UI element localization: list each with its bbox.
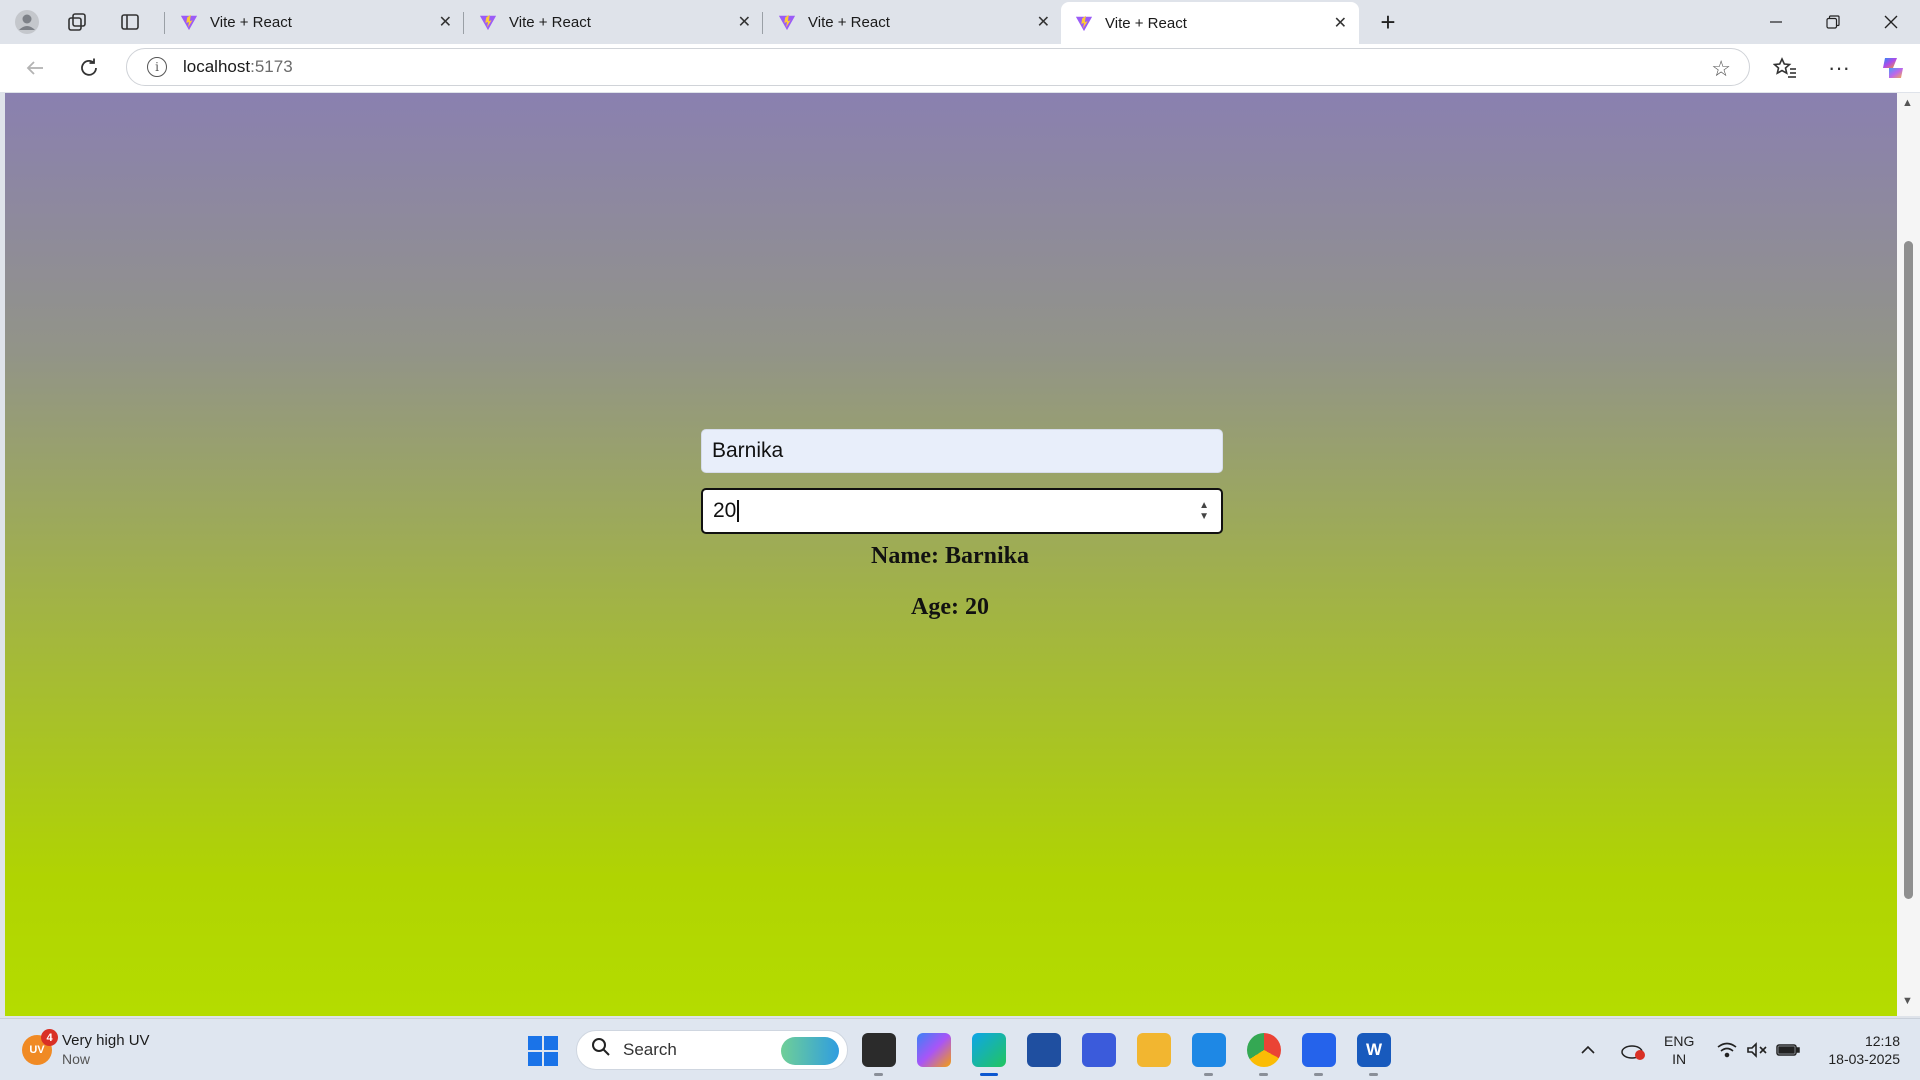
address-bar-row: i localhost:5173 ☆ ··· (0, 44, 1920, 92)
profile-icon[interactable] (10, 6, 44, 38)
tab-actions-icon[interactable] (113, 6, 147, 38)
language-indicator[interactable]: ENG IN (1664, 1019, 1694, 1080)
scroll-down-icon[interactable]: ▼ (1902, 995, 1913, 1007)
weather-widget[interactable]: UV 4 Very high UV Now (22, 1029, 150, 1069)
search-label: Search (623, 1040, 677, 1059)
favorites-icon[interactable] (1768, 52, 1802, 84)
info-icon[interactable]: i (147, 57, 167, 77)
number-spinner[interactable]: ▲ ▼ (1199, 500, 1209, 522)
spin-down-icon[interactable]: ▼ (1199, 511, 1209, 522)
clock-date: 18-03-2025 (1828, 1051, 1900, 1067)
copilot-icon[interactable] (1876, 52, 1910, 84)
uv-icon: UV 4 (22, 1029, 58, 1065)
close-icon[interactable]: ✕ (738, 12, 751, 32)
tab-title: Vite + React (509, 13, 591, 31)
weather-subtitle: Now (62, 1051, 91, 1067)
text-caret (737, 500, 739, 522)
name-input[interactable]: Barnika (701, 429, 1223, 473)
browser-tab-active[interactable]: Vite + React ✕ (1061, 2, 1359, 44)
workspaces-icon[interactable] (60, 6, 94, 38)
more-icon[interactable]: ··· (1822, 52, 1856, 84)
scrollbar-thumb[interactable] (1904, 241, 1913, 899)
vite-logo-icon (778, 14, 796, 31)
scroll-up-icon[interactable]: ▲ (1902, 97, 1913, 109)
browser-tab[interactable]: Vite + React ✕ (166, 4, 464, 40)
search-highlight-icon (781, 1037, 839, 1065)
chevron-up-icon[interactable] (1580, 1019, 1596, 1080)
uv-badge: 4 (41, 1029, 58, 1046)
plus-icon[interactable]: + (1372, 6, 1404, 38)
tab-title: Vite + React (210, 13, 292, 31)
copilot-app-icon[interactable] (917, 1033, 951, 1067)
file-explorer-icon[interactable] (1137, 1033, 1171, 1067)
wifi-icon[interactable] (1716, 1019, 1738, 1080)
notepad-icon[interactable] (1302, 1033, 1336, 1076)
close-icon[interactable]: ✕ (1334, 13, 1347, 33)
name-input-value: Barnika (712, 439, 784, 462)
url-host: localhost (183, 57, 251, 76)
task-view-icon[interactable] (862, 1033, 896, 1076)
windows-start-icon[interactable] (528, 1036, 558, 1066)
store-icon[interactable] (1027, 1033, 1061, 1067)
tab-title: Vite + React (1105, 14, 1187, 32)
browser-tab[interactable]: Vite + React ✕ (764, 4, 1062, 40)
chrome-icon[interactable] (1247, 1033, 1281, 1076)
restore-icon[interactable] (1813, 6, 1853, 38)
vite-logo-icon (479, 14, 497, 31)
reload-icon[interactable] (72, 52, 106, 84)
close-icon[interactable]: ✕ (439, 12, 452, 32)
battery-icon[interactable] (1776, 1019, 1800, 1080)
vite-logo-icon (180, 14, 198, 31)
close-icon[interactable]: ✕ (1037, 12, 1050, 32)
lang-top: ENG (1664, 1033, 1695, 1049)
browser-tab-bar: Vite + React ✕ Vite + React ✕ Vite + Rea… (0, 0, 1920, 44)
volume-muted-icon[interactable] (1746, 1019, 1768, 1080)
taskbar: UV 4 Very high UV Now Search W ENG IN 12… (0, 1018, 1920, 1080)
age-input[interactable]: 20 ▲ ▼ (701, 488, 1223, 534)
vite-logo-icon (1075, 15, 1093, 32)
vertical-scrollbar[interactable]: ▲ ▼ (1897, 93, 1920, 1016)
clock-time: 12:18 (1864, 1033, 1900, 1049)
name-output: Name: Barnika (871, 543, 1029, 569)
browser-tab[interactable]: Vite + React ✕ (465, 4, 763, 40)
search-icon (591, 1037, 611, 1063)
onedrive-icon[interactable] (1620, 1019, 1646, 1080)
close-icon[interactable] (1871, 6, 1911, 38)
edge-icon[interactable] (972, 1033, 1006, 1076)
form: Barnika 20 ▲ ▼ (701, 429, 1223, 534)
lang-bottom: IN (1672, 1051, 1687, 1067)
age-output: Age: 20 (911, 594, 989, 620)
star-icon[interactable]: ☆ (1711, 56, 1731, 82)
weather-title: Very high UV (62, 1032, 150, 1049)
age-input-value: 20 (713, 499, 737, 522)
word-icon[interactable]: W (1357, 1033, 1391, 1076)
minimize-icon[interactable] (1756, 6, 1796, 38)
app-icon[interactable] (1082, 1033, 1116, 1067)
spin-up-icon[interactable]: ▲ (1199, 500, 1209, 511)
clock[interactable]: 12:18 18-03-2025 (1814, 1019, 1900, 1080)
vscode-icon[interactable] (1192, 1033, 1226, 1076)
url-port: :5173 (250, 57, 293, 76)
back-icon[interactable] (18, 52, 52, 84)
taskbar-search[interactable]: Search (576, 1030, 848, 1070)
tab-title: Vite + React (808, 13, 890, 31)
url-field[interactable]: i localhost:5173 ☆ (126, 48, 1750, 86)
